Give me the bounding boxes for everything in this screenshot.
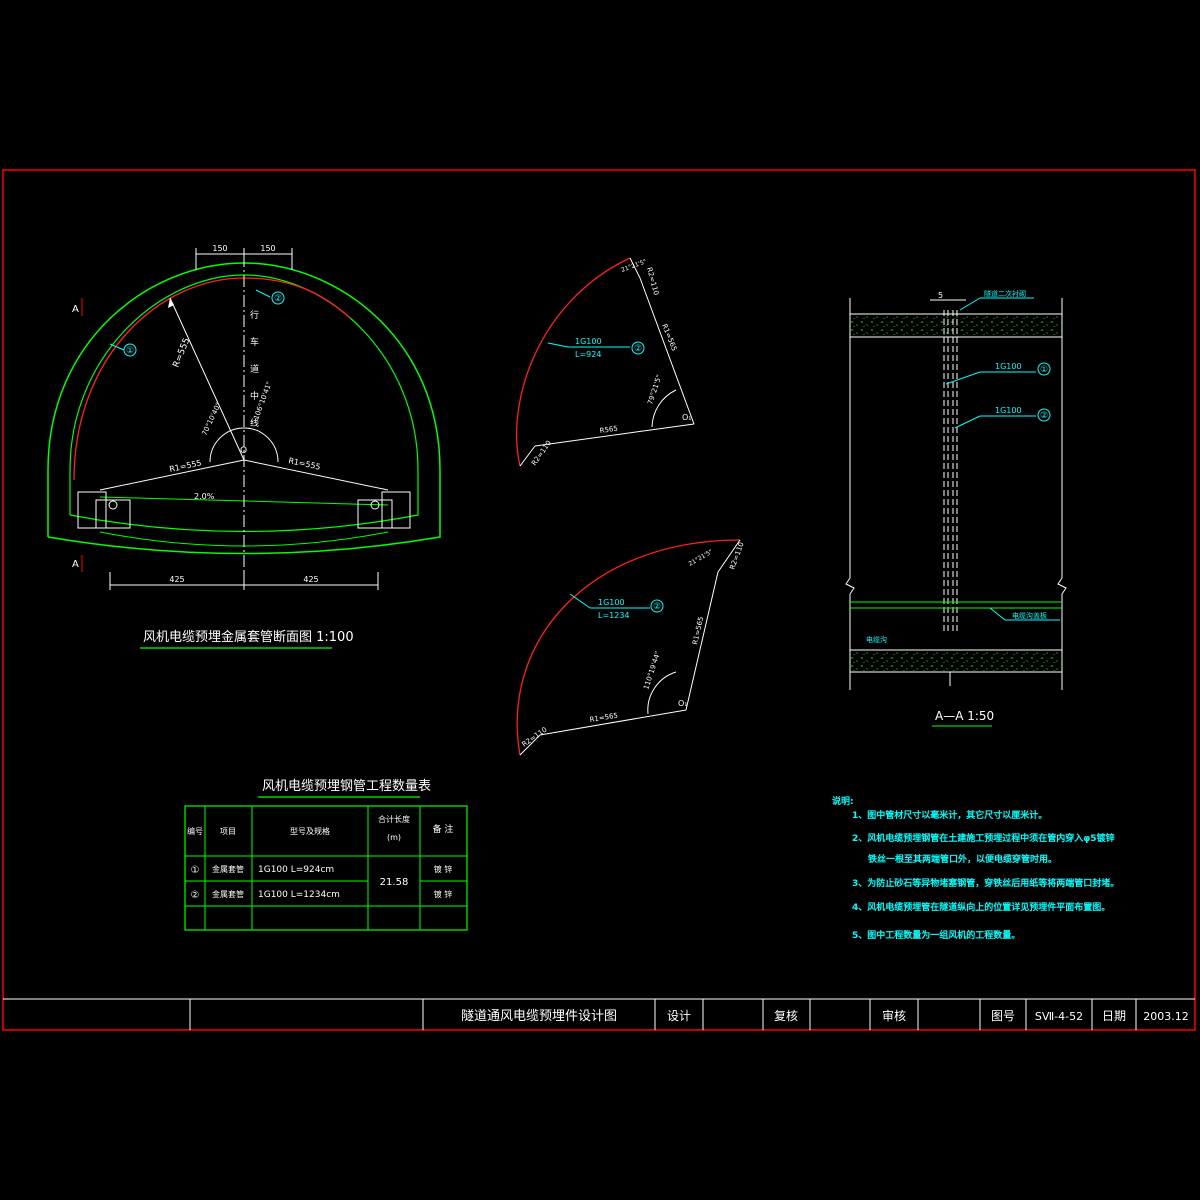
center-label: O [240,446,247,456]
detail-bottom-leader [569,593,591,609]
table-row1-spec: 1G100 L=924cm [258,865,334,875]
aa-section: 5 隧道二次衬砌 1G100 ① 1G100 ② 电缆沟盖板 电缆沟 A—A 1… [845,289,1067,727]
radius-main-label: R=555 [172,337,193,369]
lane-center-char-4: 中 [250,390,259,402]
aa-pipe1: 1G100 [995,362,1022,371]
table-header-unit: (m) [387,833,401,842]
detail-top-length: L=924 [575,350,601,359]
notes: 说明: 1、图中管材尺寸以毫米计，其它尺寸以厘米计。 2、风机电缆预埋钢管在土建… [832,795,1119,941]
detail-top-pipe: 1G100 [575,337,602,346]
table-total: 21.58 [380,877,409,888]
tb-approve: 审核 [882,1008,906,1023]
table-row2-no: ② [191,890,200,901]
note-line-3: 3、为防止砂石等异物堵塞钢管，穿铁丝后用纸等将两端管口封堵。 [852,877,1119,889]
table-row2-spec: 1G100 L=1234cm [258,890,340,900]
table-row1-note: 镀 锌 [434,864,453,874]
detail-top-r2-top: R2=110 [645,266,660,296]
detail-top-angle-main: 79°21'5" [646,374,663,406]
detail-bottom-r2-top: R2=110 [728,541,745,571]
note-line-5: 5、图中工程数量为一组风机的工程数量。 [852,929,1020,941]
drawing-canvas: 150 150 425 425 A A R=555 R1=555 R1=555 … [2,169,1196,1031]
detail-top-leader [547,342,569,348]
tb-review: 复核 [774,1009,798,1023]
detail-top-r1: R1=565 [660,323,678,352]
detail-top-r2-bottom: R2=110 [530,439,553,467]
callout-2: ② [274,294,282,304]
radius-r1-right-label: R1=555 [288,456,322,472]
note-line-4: 4、风机电缆预埋管在隧道纵向上的位置详见预埋件平面布置图。 [852,901,1110,913]
note-line-2: 2、风机电缆预埋钢管在土建施工预埋过程中须在管内穿入φ5镀锌 [852,832,1115,844]
aa-callout-1: ① [1040,365,1048,375]
table-header-spec: 型号及规格 [290,826,330,836]
detail-top-r: R565 [599,425,618,435]
table-header-length: 合计长度 [378,814,410,824]
aa-break-left [845,577,855,595]
pipe-circle-left [108,500,118,510]
detail-bottom-r1-side: R1=565 [691,616,705,646]
table-header-note: 备 注 [433,823,454,835]
aa-title: A—A 1:50 [935,709,994,723]
tb-date: 2003.12 [1143,1010,1189,1023]
tb-date-label: 日期 [1102,1009,1126,1023]
detail-bottom-center: O₁ [678,699,688,708]
table-row1-no: ① [191,865,200,876]
tb-design: 设计 [667,1009,691,1023]
slope-label: 2.0% [194,492,215,501]
aa-cover-label: 电缆沟盖板 [1012,611,1047,620]
table-row1-item: 金属套管 [212,864,244,874]
detail-bottom-arc [516,539,741,756]
aa-dim: 5 [938,291,943,300]
dim-top-right: 150 [260,244,275,253]
detail-top-callout: ② [634,344,642,354]
detail-bottom-r2-bottom: R2=110 [521,726,549,749]
section-mark-bottom: A [72,559,79,570]
aa-pipe1-leader [945,371,981,385]
aa-callout-2: ② [1040,411,1048,421]
table-row2-item: 金属套管 [212,889,244,899]
dim-bottom-left: 425 [169,575,184,584]
dim-top-left: 150 [212,244,227,253]
aa-break-right [1057,577,1067,595]
note-line-2b: 铁丝一根至其两端管口外，以便电缆穿管时用。 [868,853,1057,865]
lane-center-char-1: 行 [250,309,259,321]
lane-center-char-5: 线 [250,417,259,429]
detail-bottom-callout: ② [653,602,661,612]
pipe-detail-bottom: 1G100 L=1234 ② R1=565 R1=565 R2=110 R2=1… [516,539,746,756]
aa-pipe2: 1G100 [995,406,1022,415]
pipe-detail-top: 1G100 L=924 ② R1=565 R565 R2=110 R2=110 … [516,257,695,467]
lane-center-char-2: 车 [250,336,259,348]
aa-lining-hatch [850,315,1062,336]
table-row2-note: 镀 锌 [434,889,453,899]
callout-1: ① [126,346,134,356]
section-mark-top: A [72,304,79,315]
angle-left-label: 70°10'40" [201,401,223,436]
aa-pipe2-leader [954,415,981,429]
aa-trench-hatch [850,651,1062,671]
drawing-title: 隧道通风电缆预埋件设计图 [461,1008,617,1024]
detail-bottom-length: L=1234 [598,611,630,620]
title-block: 隧道通风电缆预埋件设计图 设计 复核 审核 图号 SⅦ-4-52 日期 2003… [3,998,1195,1030]
section-title: 风机电缆预埋金属套管断面图 1:100 [143,629,354,645]
detail-bottom-angle-main: 110°19'44" [642,650,662,690]
aa-cover-leader [989,607,1006,621]
table-header-item: 项目 [220,827,236,836]
tb-drawing-no-label: 图号 [991,1009,1015,1023]
tunnel-section: 150 150 425 425 A A R=555 R1=555 R1=555 … [47,244,441,649]
detail-bottom-angle-top: 21°21'5" [688,548,715,567]
table-header-no: 编号 [187,826,203,836]
detail-top-center: O₁ [682,413,692,422]
callout-2-leader [255,289,271,298]
tb-drawing-no: SⅦ-4-52 [1035,1010,1083,1023]
note-line-1: 1、图中管材尺寸以毫米计，其它尺寸以厘米计。 [852,809,1047,821]
lane-center-char-3: 道 [250,363,259,375]
cable-trench-right [381,491,411,529]
aa-trench-label: 电缆沟 [866,635,887,644]
dim-bottom-right: 425 [303,575,318,584]
detail-bottom-pipe: 1G100 [598,598,625,607]
radius-r1-left-label: R1=555 [169,458,203,474]
table-title: 风机电缆预埋钢管工程数量表 [262,778,431,794]
quantity-table: 风机电缆预埋钢管工程数量表 编号 项目 型号及规格 合计长度 (m) 备 注 ①… [184,778,468,931]
aa-lining-label: 隧道二次衬砌 [984,289,1026,298]
notes-heading: 说明: [832,795,854,807]
